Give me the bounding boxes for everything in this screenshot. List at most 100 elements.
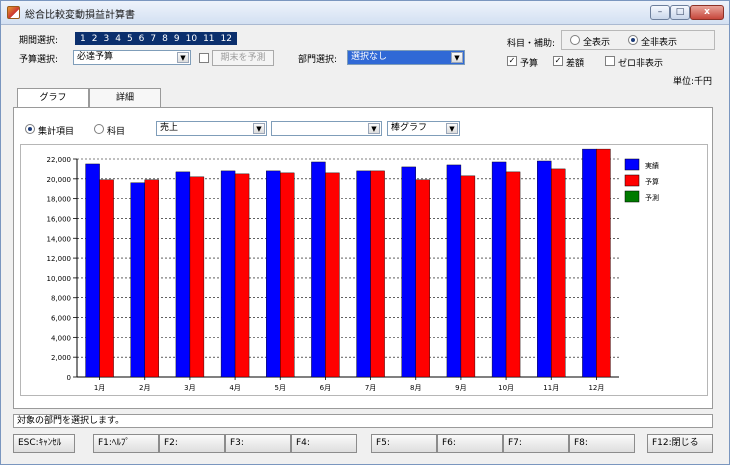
esc-cancel-button[interactable]: ESC:ｷｬﾝｾﾙ	[13, 434, 75, 453]
legend-label: 予算	[645, 177, 659, 186]
account-radio[interactable]	[94, 124, 104, 134]
budget-select[interactable]: 必達予算 ▼	[73, 50, 191, 65]
f1-help-button[interactable]: F1:ﾍﾙﾌﾟ	[93, 434, 159, 453]
budget-check-label: 予算	[520, 59, 539, 69]
y-tick-label: 20,000	[47, 176, 72, 184]
bar-actual	[266, 170, 281, 378]
maximize-button[interactable]: □	[670, 5, 690, 20]
unit-label: 単位:千円	[673, 77, 713, 87]
bar-actual	[582, 148, 597, 378]
chevron-down-icon[interactable]: ▼	[177, 52, 189, 63]
legend-label: 実績	[645, 161, 659, 170]
y-tick-label: 22,000	[47, 156, 72, 164]
x-tick-label: 2月	[139, 384, 150, 392]
y-tick-label: 4,000	[51, 334, 71, 342]
hide-all-radio[interactable]	[628, 35, 638, 45]
f5-button[interactable]: F5:	[371, 434, 437, 453]
f6-button[interactable]: F6:	[437, 434, 503, 453]
bar-actual	[491, 161, 507, 378]
period-month-12[interactable]: 12	[220, 34, 233, 44]
bar-actual	[446, 164, 462, 378]
chart-frame: 0 2,000 4,000 6,000 8,000 10,000 12,000 14,000 1…	[20, 144, 708, 396]
y-tick-label: 18,000	[47, 196, 72, 204]
bar-actual	[175, 171, 191, 378]
bar-budget	[505, 171, 521, 378]
forecast-checkbox[interactable]	[199, 53, 209, 63]
period-month-5[interactable]: 5	[126, 34, 134, 44]
forecast-button[interactable]: 期末を予測	[212, 50, 274, 66]
aggregate-item-radio[interactable]	[25, 124, 35, 134]
x-tick-label: 1月	[94, 384, 105, 392]
f8-button[interactable]: F8:	[569, 434, 635, 453]
x-tick-label: 4月	[229, 384, 240, 392]
f12-close-button[interactable]: F12:閉じる	[647, 434, 713, 453]
bar-budget	[234, 173, 250, 378]
y-tick-label: 10,000	[47, 275, 72, 283]
status-bar: 対象の部門を選択します。	[13, 414, 713, 428]
f3-button[interactable]: F3:	[225, 434, 291, 453]
legend-label: 予測	[645, 193, 659, 202]
legend-swatch	[624, 174, 640, 187]
chevron-down-icon[interactable]: ▼	[451, 52, 463, 63]
hide-all-label: 全非表示	[641, 38, 678, 48]
bar-actual	[130, 182, 145, 378]
period-month-4[interactable]: 4	[114, 34, 122, 44]
period-month-3[interactable]: 3	[102, 34, 110, 44]
zero-hide-checkbox[interactable]	[605, 56, 615, 66]
f2-button[interactable]: F2:	[159, 434, 225, 453]
bar-actual	[356, 170, 371, 378]
tab-detail[interactable]: 詳細	[89, 88, 161, 108]
zero-hide-label: ゼロ非表示	[618, 59, 664, 69]
department-select[interactable]: 選択なし ▼	[347, 50, 465, 65]
aggregate-item-select[interactable]: 売上 ▼	[156, 121, 267, 136]
bar-budget	[280, 172, 295, 378]
period-label: 期間選択:	[19, 36, 59, 46]
f4-button[interactable]: F4:	[291, 434, 357, 453]
budget-checkbox[interactable]: ✓	[507, 56, 517, 66]
bar-budget	[99, 179, 114, 378]
bar-actual	[401, 166, 416, 378]
y-tick-label: 12,000	[47, 255, 72, 263]
period-selector[interactable]: 1 2 3 4 5 6 7 8 9 10 11 12	[75, 32, 237, 45]
x-tick-label: 12月	[588, 384, 604, 392]
period-month-10[interactable]: 10	[185, 34, 198, 44]
bar-budget	[596, 148, 611, 378]
period-month-11[interactable]: 11	[202, 34, 215, 44]
department-select-value: 選択なし	[351, 52, 388, 62]
x-tick-label: 10月	[498, 384, 514, 392]
period-month-6[interactable]: 6	[138, 34, 146, 44]
account-aux-group: 全表示 全非表示	[561, 30, 715, 50]
y-tick-label: 8,000	[51, 295, 71, 303]
period-month-9[interactable]: 9	[173, 34, 181, 44]
chart-type-value: 棒グラフ	[391, 123, 428, 133]
bar-budget	[370, 170, 385, 378]
aggregate-item-value: 売上	[160, 123, 179, 133]
y-tick-label: 6,000	[51, 315, 71, 323]
period-month-2[interactable]: 2	[91, 34, 99, 44]
period-month-7[interactable]: 7	[149, 34, 157, 44]
x-tick-label: 3月	[184, 384, 195, 392]
x-tick-label: 9月	[455, 384, 466, 392]
aggregate-item-label: 集計項目	[38, 127, 75, 137]
close-button[interactable]: x	[690, 5, 724, 20]
sub-item-select[interactable]: ▼	[271, 121, 382, 136]
chevron-down-icon[interactable]: ▼	[446, 123, 458, 134]
legend-swatch	[624, 190, 640, 203]
bar-budget	[460, 175, 476, 378]
account-radio-label: 科目	[107, 127, 126, 137]
chart-type-select[interactable]: 棒グラフ ▼	[387, 121, 460, 136]
bar-budget	[325, 172, 340, 378]
period-month-8[interactable]: 8	[161, 34, 169, 44]
minimize-button[interactable]: –	[650, 5, 670, 20]
chevron-down-icon[interactable]: ▼	[368, 123, 380, 134]
chevron-down-icon[interactable]: ▼	[253, 123, 265, 134]
budget-label: 予算選択:	[19, 55, 59, 65]
diff-checkbox[interactable]: ✓	[553, 56, 563, 66]
bar-actual	[85, 163, 100, 378]
show-all-radio[interactable]	[570, 35, 580, 45]
period-month-1[interactable]: 1	[79, 34, 87, 44]
tab-graph[interactable]: グラフ	[17, 88, 89, 108]
app-icon	[7, 6, 20, 19]
f7-button[interactable]: F7:	[503, 434, 569, 453]
x-tick-label: 11月	[543, 384, 559, 392]
